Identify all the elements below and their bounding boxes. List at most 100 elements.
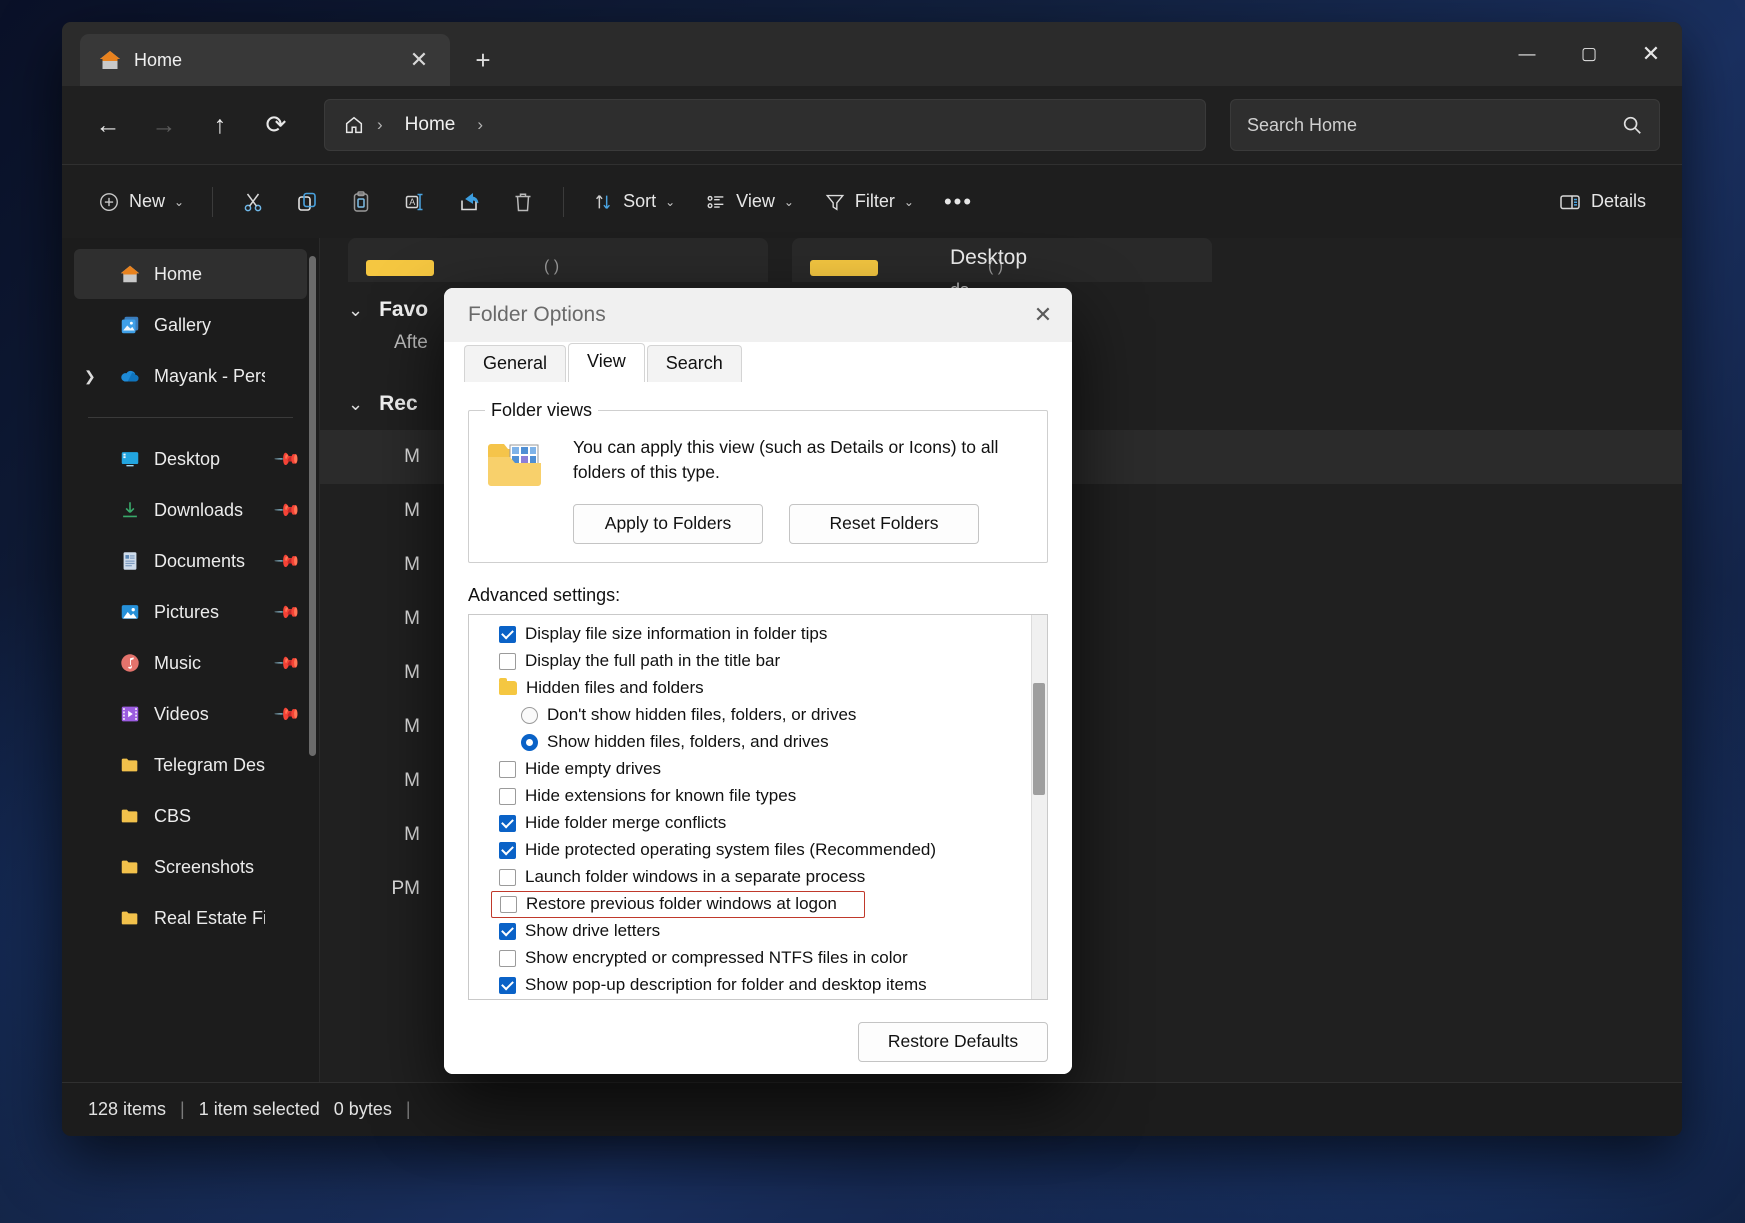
checkbox-icon[interactable] [499, 653, 516, 670]
new-tab-icon[interactable]: + [466, 43, 500, 77]
sidebar-item-onedrive[interactable]: ❯ Mayank - Persona [74, 351, 307, 401]
sidebar-item-screenshots[interactable]: Screenshots [74, 842, 307, 892]
setting-show-popup-description[interactable]: Show pop-up description for folder and d… [469, 972, 1047, 999]
setting-label: Show encrypted or compressed NTFS files … [525, 948, 908, 968]
forward-arrow-icon[interactable]: → [140, 101, 188, 149]
sidebar-item-desktop[interactable]: Desktop 📌 [74, 434, 307, 484]
pin-icon[interactable]: 📌 [273, 598, 301, 626]
folder-icon [118, 906, 142, 930]
setting-display-file-size[interactable]: Display file size information in folder … [469, 621, 1047, 648]
list-scrollbar[interactable] [1031, 615, 1047, 999]
setting-label: Show drive letters [525, 921, 660, 941]
sidebar-item-documents[interactable]: Documents 📌 [74, 536, 307, 586]
sidebar-item-real-estate-financ[interactable]: Real Estate Financ [74, 893, 307, 943]
delete-button[interactable] [497, 177, 549, 227]
paste-button[interactable] [335, 177, 387, 227]
setting-label: Don't show hidden files, folders, or dri… [547, 705, 856, 725]
breadcrumb-item-home[interactable]: Home [395, 110, 466, 140]
status-item-count: 128 items [88, 1099, 166, 1120]
reset-folders-button[interactable]: Reset Folders [789, 504, 979, 544]
back-arrow-icon[interactable]: ← [84, 101, 132, 149]
checkbox-icon[interactable] [499, 869, 516, 886]
sidebar-item-label: Mayank - Persona [154, 366, 265, 387]
minimize-icon[interactable]: — [1496, 22, 1558, 86]
setting-hide-empty-drives[interactable]: Hide empty drives [469, 756, 1047, 783]
sidebar-item-gallery[interactable]: Gallery [74, 300, 307, 350]
close-tab-icon[interactable]: ✕ [402, 43, 436, 77]
setting-show-encrypted-ntfs-color[interactable]: Show encrypted or compressed NTFS files … [469, 945, 1047, 972]
up-arrow-icon[interactable]: ↑ [196, 101, 244, 149]
sidebar-item-cbs[interactable]: CBS [74, 791, 307, 841]
breadcrumb[interactable]: › Home › [324, 99, 1206, 151]
chevron-down-icon[interactable]: ⌄ [348, 300, 363, 321]
view-button[interactable]: View ⌄ [691, 177, 808, 227]
search-icon[interactable] [1621, 114, 1643, 136]
radio-icon[interactable] [521, 734, 538, 751]
explorer-tab-home[interactable]: Home ✕ [80, 34, 450, 86]
checkbox-icon[interactable] [499, 761, 516, 778]
sort-button[interactable]: Sort ⌄ [578, 177, 689, 227]
home-icon [118, 262, 142, 286]
tab-search[interactable]: Search [647, 345, 742, 382]
checkbox-icon[interactable] [499, 950, 516, 967]
setting-dont-show-hidden[interactable]: Don't show hidden files, folders, or dri… [469, 702, 1047, 729]
sidebar-item-music[interactable]: Music 📌 [74, 638, 307, 688]
tab-general[interactable]: General [464, 345, 566, 382]
new-button[interactable]: New ⌄ [84, 177, 198, 227]
quick-access-card[interactable]: ( ) [348, 238, 768, 282]
details-pane-button[interactable]: Details [1544, 177, 1660, 227]
sidebar-item-home[interactable]: Home [74, 249, 307, 299]
copy-button[interactable] [281, 177, 333, 227]
pin-icon[interactable]: 📌 [273, 649, 301, 677]
pin-icon[interactable]: 📌 [273, 496, 301, 524]
chevron-right-icon[interactable]: ❯ [84, 368, 106, 385]
setting-restore-previous-folder-windows[interactable]: Restore previous folder windows at logon [491, 891, 865, 918]
checkbox-icon[interactable] [499, 842, 516, 859]
sidebar-item-telegram-desktop[interactable]: Telegram Desktop [74, 740, 307, 790]
radio-icon[interactable] [521, 707, 538, 724]
setting-show-hidden[interactable]: Show hidden files, folders, and drives [469, 729, 1047, 756]
advanced-settings-list[interactable]: Display file size information in folder … [468, 614, 1048, 1000]
apply-to-folders-button[interactable]: Apply to Folders [573, 504, 763, 544]
restore-defaults-button[interactable]: Restore Defaults [858, 1022, 1048, 1062]
pin-icon[interactable]: 📌 [273, 547, 301, 575]
setting-hide-protected-os-files[interactable]: Hide protected operating system files (R… [469, 837, 1047, 864]
rename-button[interactable]: A [389, 177, 441, 227]
close-icon[interactable]: ✕ [1014, 288, 1072, 342]
checkbox-icon[interactable] [499, 788, 516, 805]
list-scrollbar-thumb[interactable] [1033, 683, 1045, 795]
tab-view[interactable]: View [568, 343, 645, 382]
share-button[interactable] [443, 177, 495, 227]
breadcrumb-separator-2[interactable]: › [471, 115, 489, 135]
close-window-icon[interactable]: ✕ [1620, 22, 1682, 86]
checkbox-icon[interactable] [499, 977, 516, 994]
chevron-down-icon[interactable]: ⌄ [348, 394, 363, 415]
advanced-settings-label: Advanced settings: [468, 585, 1048, 606]
more-options-button[interactable]: ••• [930, 177, 987, 227]
search-box[interactable] [1230, 99, 1660, 151]
setting-hide-extensions[interactable]: Hide extensions for known file types [469, 783, 1047, 810]
refresh-icon[interactable]: ⟳ [252, 101, 300, 149]
setting-display-full-path[interactable]: Display the full path in the title bar [469, 648, 1047, 675]
setting-show-drive-letters[interactable]: Show drive letters [469, 918, 1047, 945]
sidebar-item-pictures[interactable]: Pictures 📌 [74, 587, 307, 637]
breadcrumb-home-icon[interactable] [343, 114, 365, 136]
view-button-label: View [736, 191, 775, 212]
maximize-icon[interactable]: ▢ [1558, 22, 1620, 86]
search-input[interactable] [1247, 115, 1621, 136]
setting-launch-separate-process[interactable]: Launch folder windows in a separate proc… [469, 864, 1047, 891]
checkbox-icon[interactable] [500, 896, 517, 913]
filter-button[interactable]: Filter ⌄ [810, 177, 928, 227]
sidebar-item-downloads[interactable]: Downloads 📌 [74, 485, 307, 535]
pin-icon[interactable]: 📌 [273, 700, 301, 728]
sidebar-scrollbar[interactable] [309, 256, 316, 756]
pin-icon[interactable]: 📌 [273, 445, 301, 473]
navigation-pane[interactable]: Home Gallery ❯ [62, 238, 320, 1082]
sidebar-item-videos[interactable]: Videos 📌 [74, 689, 307, 739]
checkbox-icon[interactable] [499, 815, 516, 832]
cut-button[interactable] [227, 177, 279, 227]
setting-label: Hide folder merge conflicts [525, 813, 726, 833]
checkbox-icon[interactable] [499, 626, 516, 643]
setting-hide-folder-merge-conflicts[interactable]: Hide folder merge conflicts [469, 810, 1047, 837]
checkbox-icon[interactable] [499, 923, 516, 940]
